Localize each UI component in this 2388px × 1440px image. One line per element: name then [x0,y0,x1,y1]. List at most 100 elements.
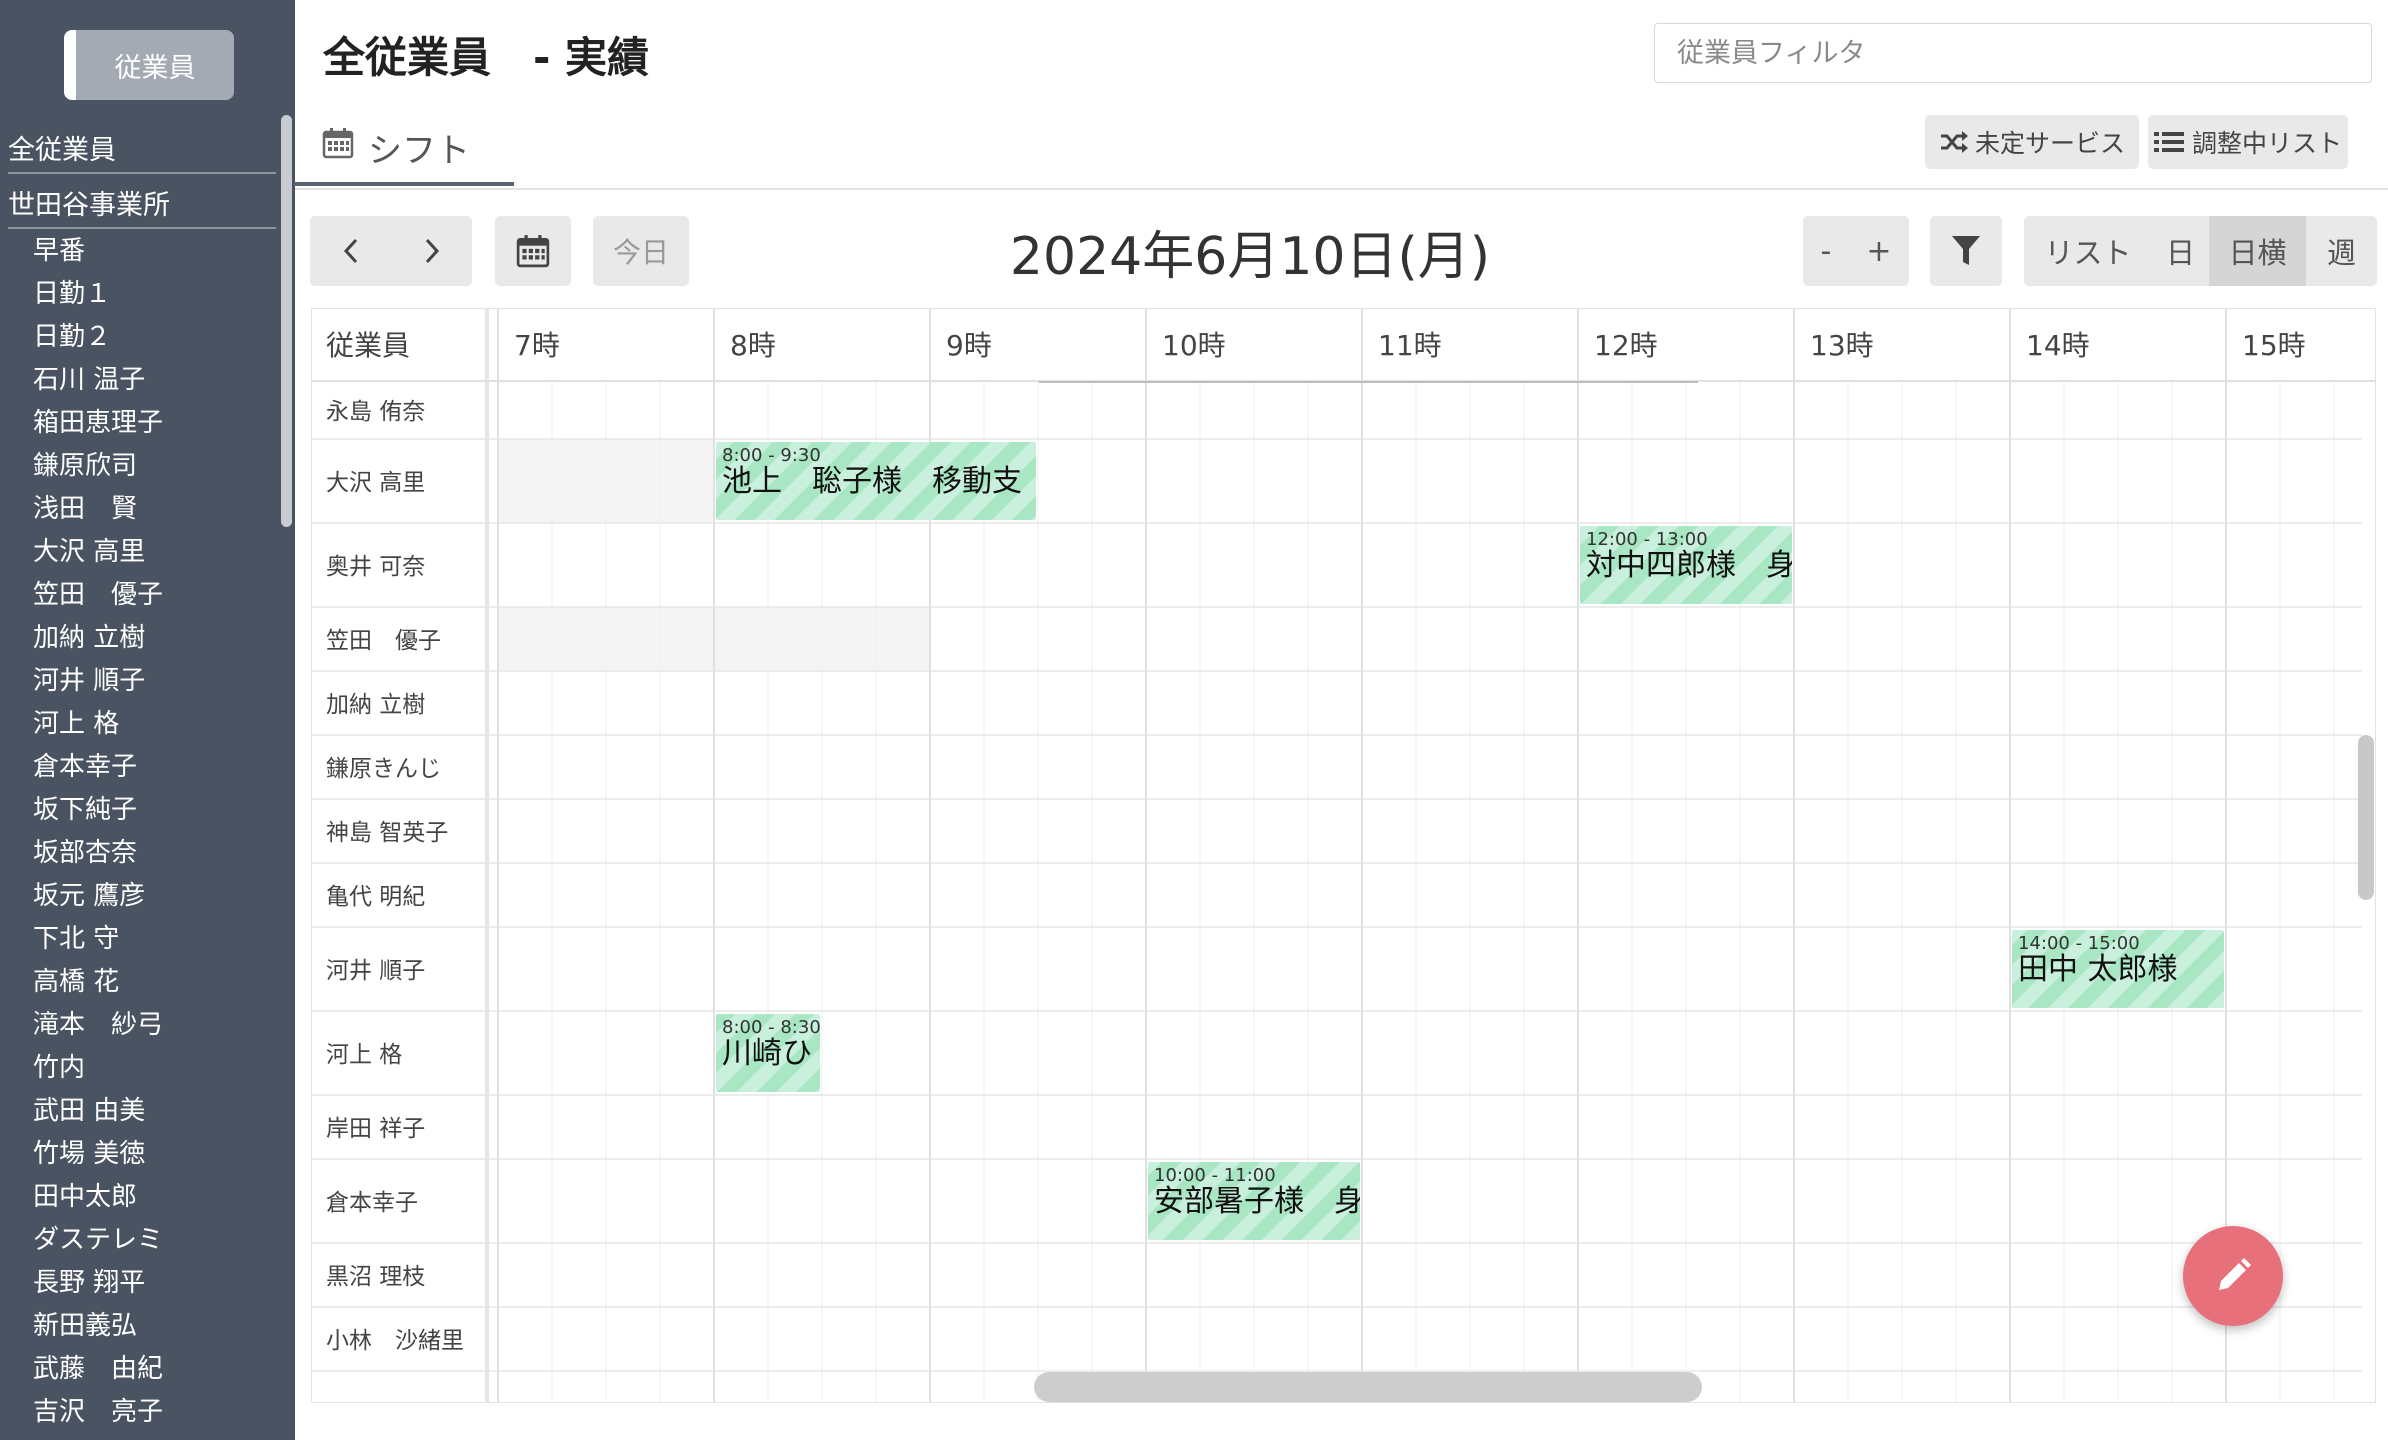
hour-label: 14時 [2026,329,2090,362]
chevron-right-icon [422,236,442,266]
sidebar-employee-item[interactable]: 浅田 賢 [33,488,137,531]
current-date-title: 2024年6月10日(月) [1009,227,1491,287]
horizontal-scrollbar[interactable] [1034,1372,1702,1402]
shift-event-time: 10:00 - 11:00 [1154,1165,1276,1186]
sidebar-employee-item[interactable]: 新田義弘 [33,1305,137,1348]
hour-label: 10時 [1162,329,1226,362]
sidebar-employee-item[interactable]: 鎌原欣司 [33,445,137,488]
shift-event-title: 対中四郎様 身 [1586,548,1796,583]
vertical-scrollbar[interactable] [2358,735,2374,900]
employee-row-name[interactable]: 倉本幸子 [326,1190,418,1216]
sidebar-employee-item[interactable]: 箱田恵理子 [33,402,163,445]
employee-row-name[interactable]: 河上 格 [326,1042,402,1068]
date-nav-group [310,216,472,286]
shift-event-time: 12:00 - 13:00 [1586,529,1708,550]
shift-event-title: 池上 聡子様 移動支 [722,464,1022,499]
sidebar-office[interactable]: 世田谷事業所 [8,181,276,229]
sidebar-employee-item[interactable]: 下北 守 [33,918,119,961]
edit-fab-button[interactable] [2183,1226,2283,1326]
calendar-icon [516,234,550,268]
view-tab[interactable]: 日横 [2209,216,2306,286]
sidebar-employee-item[interactable]: 日勤２ [33,316,111,359]
employee-row-name[interactable]: 小林 沙緒里 [326,1328,464,1354]
sidebar-all-employees[interactable]: 全従業員 [8,126,276,174]
sidebar-scrollbar[interactable] [281,115,292,527]
employee-row-name[interactable]: 永島 侑奈 [326,399,425,425]
shift-event-time: 14:00 - 15:00 [2018,933,2140,954]
sidebar-employee-item[interactable]: 加納 立樹 [33,617,145,660]
zoom-group: - + [1803,216,1909,286]
shift-timeline-grid: 従業員 7時 8時 9時 10時 11時 12時 13時 14時 15時 永島 侑奈 大沢 高里 奥井 … [311,308,2376,1403]
sidebar-employee-item[interactable]: ダステレミ [33,1219,163,1262]
shift-event-time: 8:00 - 9:30 [722,445,821,466]
hour-label: 13時 [1810,329,1874,362]
pencil-icon [2213,1256,2253,1296]
hour-label: 7時 [514,329,560,362]
calendar-icon [322,127,354,168]
employee-row-name[interactable]: 亀代 明紀 [326,884,425,910]
employees-mode-button[interactable]: 従業員 [64,30,234,100]
tab-shift[interactable]: シフト [294,112,514,186]
sidebar-employee-item[interactable]: 田中太郎 [33,1176,137,1219]
employee-row-name[interactable]: 大沢 高里 [326,470,425,496]
employee-row-name[interactable]: 笠田 優子 [326,628,441,654]
unassigned-services-label: 未定サービス [1974,129,2125,158]
today-button[interactable]: 今日 [593,216,689,286]
sidebar-employee-item[interactable]: 坂部杏奈 [33,832,137,875]
shift-event[interactable]: 10:00 - 11:00安部暑子様 身 [1148,1162,1364,1240]
sidebar-employee-item[interactable]: 河井 順子 [33,660,145,703]
view-tab[interactable]: 週 [2306,216,2377,286]
shift-event[interactable]: 14:00 - 15:00田中 太郎様 [2012,930,2224,1008]
sidebar-employee-item[interactable]: 武田 由美 [33,1090,145,1133]
tab-shift-label: シフト [368,130,470,171]
sidebar-employee-item[interactable]: 河上 格 [33,703,119,746]
hour-label: 12時 [1594,329,1658,362]
date-picker-button[interactable] [495,216,571,286]
filter-button[interactable] [1930,216,2002,286]
employee-row-name[interactable]: 鎌原きんじ [326,756,441,782]
header-divider [295,188,2388,190]
unassigned-services-button[interactable]: 未定サービス [1925,115,2139,169]
next-day-button[interactable] [422,236,442,266]
sidebar-employee-item[interactable]: 石川 温子 [33,359,145,402]
list-icon [2153,130,2184,154]
shuffle-icon [1939,130,1969,154]
adjusting-list-button[interactable]: 調整中リスト [2148,115,2348,169]
view-tab[interactable]: リスト [2024,216,2152,286]
employee-row-name[interactable]: 黒沼 理枝 [326,1264,425,1290]
shift-event-time: 8:00 - 8:30 [722,1017,821,1038]
sidebar-employee-item[interactable]: 長野 翔平 [33,1262,145,1305]
sidebar: 従業員 全従業員 世田谷事業所 早番 日勤１ 日勤２ 石川 温子 箱田恵理子 鎌原欣司 浅田… [0,0,295,1440]
sidebar-employee-item[interactable]: 坂元 鷹彦 [33,875,145,918]
sidebar-employee-item[interactable]: 吉沢 亮子 [33,1391,163,1434]
sidebar-employee-item[interactable]: 高橋 花 [33,961,119,1004]
shift-event-title: 安部暑子様 身 [1154,1184,1364,1219]
funnel-icon [1951,234,1981,268]
sidebar-employee-item[interactable]: 倉本幸子 [33,746,137,789]
sidebar-employee-item[interactable]: 日勤１ [33,273,111,316]
prev-day-button[interactable] [341,236,361,266]
zoom-out-button[interactable]: - [1821,234,1832,269]
sidebar-employee-item[interactable]: 坂下純子 [33,789,137,832]
zoom-in-button[interactable]: + [1866,234,1891,269]
shift-event[interactable]: 12:00 - 13:00対中四郎様 身 [1580,526,1796,604]
sidebar-employee-item[interactable]: 竹場 美徳 [33,1133,145,1176]
sidebar-employee-item[interactable]: 竹内 [33,1047,85,1090]
sidebar-employee-item[interactable]: 武藤 由紀 [33,1348,163,1391]
employee-row-name[interactable]: 奥井 可奈 [326,554,425,580]
sidebar-employee-item[interactable]: 早番 [33,230,85,273]
employee-filter-input[interactable] [1654,23,2372,83]
sidebar-employee-item[interactable]: 滝本 紗弓 [33,1004,163,1047]
shift-event[interactable]: 8:00 - 9:30池上 聡子様 移動支 [716,442,1036,520]
hour-label: 11時 [1378,329,1442,362]
employee-row-name[interactable]: 加納 立樹 [326,692,425,718]
employee-row-name[interactable]: 岸田 祥子 [326,1116,425,1142]
sidebar-employee-item[interactable]: 笠田 優子 [33,574,163,617]
sidebar-employee-item[interactable]: 大沢 高里 [33,531,145,574]
employee-row-name[interactable]: 河井 順子 [326,958,425,984]
shift-event-title: 田中 太郎様 [2018,952,2178,987]
employee-row-name[interactable]: 神島 智英子 [326,820,448,846]
adjusting-list-label: 調整中リスト [2191,129,2342,158]
shift-event[interactable]: 8:00 - 8:30川崎ひ [716,1014,821,1092]
view-tab[interactable]: 日 [2152,216,2209,286]
